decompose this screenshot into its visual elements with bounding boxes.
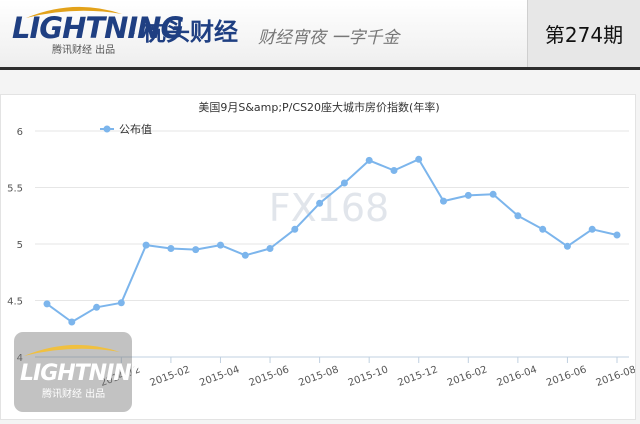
grid-layer <box>35 130 629 358</box>
x-tick-label: 2015-08 <box>297 364 340 389</box>
data-point <box>291 225 299 233</box>
data-point <box>464 191 472 199</box>
data-point <box>415 155 423 163</box>
watermark-swoosh-icon <box>24 344 120 356</box>
watermark-fx168: FX168 <box>269 186 389 230</box>
data-point <box>514 212 522 220</box>
series-line <box>46 158 618 323</box>
data-point <box>241 251 249 259</box>
data-point <box>539 225 547 233</box>
data-point <box>440 197 447 205</box>
data-point <box>390 167 398 174</box>
x-tick-label: 2016-02 <box>446 364 489 389</box>
legend[interactable]: 公布值 <box>100 123 152 136</box>
data-point <box>142 241 150 249</box>
x-tick-label: 2016-06 <box>545 364 588 389</box>
legend-marker <box>103 125 111 133</box>
brand-name: 枕头财经 <box>142 18 238 46</box>
data-point <box>563 242 571 250</box>
data-point <box>43 300 51 308</box>
data-point <box>365 156 373 164</box>
x-tick-label: 2016-04 <box>495 364 538 389</box>
legend-label: 公布值 <box>119 123 152 136</box>
data-point <box>117 299 125 307</box>
logo-subtitle: 腾讯财经 出品 <box>52 45 116 56</box>
chart-title: 美国9月S&amp;P/CS20座大城市房价指数(年率) <box>198 100 439 114</box>
y-tick-label: 6 <box>17 127 23 138</box>
x-tick-label: 2015-10 <box>347 364 390 389</box>
data-point <box>613 231 621 239</box>
tagline: 财经宵夜 一字千金 <box>258 28 400 48</box>
watermark-logo-text: LIGHTNING <box>20 361 149 386</box>
data-point <box>167 245 175 252</box>
data-point <box>266 245 274 252</box>
data-point <box>217 241 224 249</box>
y-tick-label: 4.5 <box>7 297 23 308</box>
watermark-logo-sub: 腾讯财经 出品 <box>42 389 106 400</box>
x-tick-label: 2015-06 <box>248 364 291 389</box>
x-tick-label: 2015-04 <box>198 364 241 389</box>
data-point <box>340 179 348 187</box>
x-tick-label: 2016-08 <box>595 364 635 389</box>
data-point <box>316 199 324 207</box>
watermark-logo: LIGHTNING 腾讯财经 出品 <box>14 332 149 412</box>
data-point <box>93 303 101 311</box>
x-tick-label: 2015-12 <box>396 364 439 389</box>
issue-number: 第274期 <box>527 0 640 67</box>
header-banner: LIGHTNING 腾讯财经 出品 · 枕头财经 财经宵夜 一字千金 第274期 <box>0 0 640 70</box>
brand-separator: · <box>129 20 137 44</box>
data-point <box>588 225 596 233</box>
data-point <box>192 246 200 254</box>
x-tick-label: 2015-02 <box>149 364 192 389</box>
y-tick-label: 5.5 <box>7 184 23 195</box>
data-point <box>489 190 497 198</box>
data-point <box>68 318 76 326</box>
y-tick-label: 5 <box>17 240 23 251</box>
